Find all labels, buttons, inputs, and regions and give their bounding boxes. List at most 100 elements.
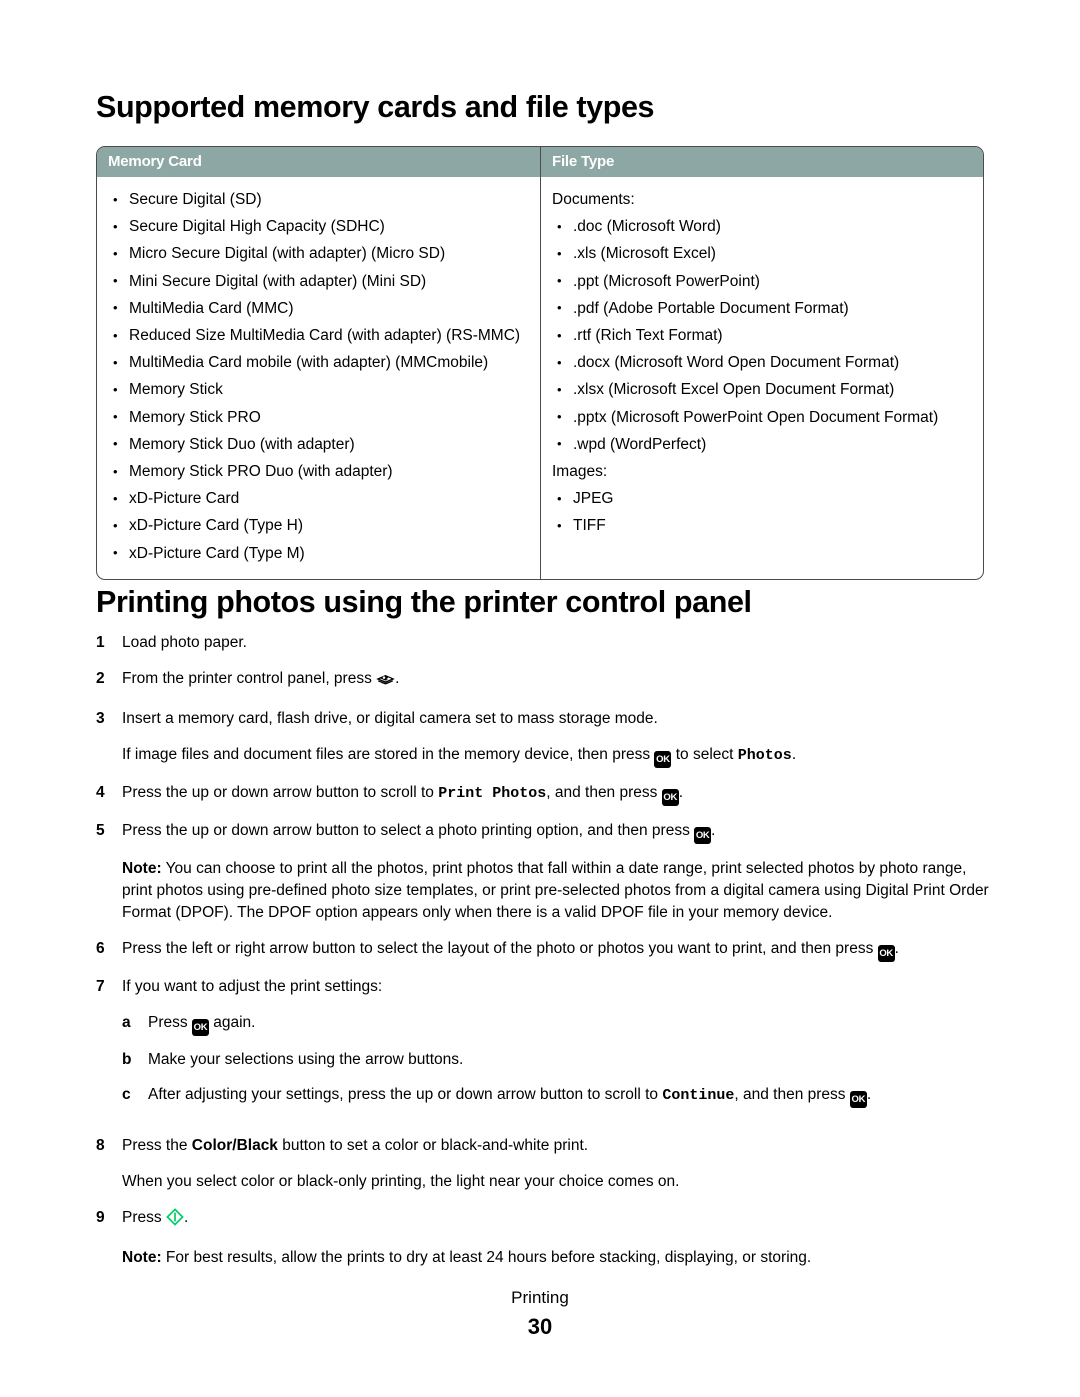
column-header-memory-card: Memory Card	[97, 147, 541, 177]
menu-item-print-photos: Print Photos	[438, 785, 547, 802]
column-header-file-type: File Type	[552, 153, 615, 170]
page-title-printing-photos: Printing photos using the printer contro…	[96, 585, 752, 619]
display-value-photos: Photos	[737, 747, 792, 764]
supported-memory-cards-table: Memory Card File Type Secure Digital (SD…	[96, 146, 984, 580]
note-text: You can choose to print all the photos, …	[122, 860, 989, 921]
substep-text-tail: .	[866, 1086, 872, 1103]
table-header-row: Memory Card File Type	[97, 147, 983, 177]
step-text: From the printer control panel, press	[122, 670, 372, 687]
list-item: Secure Digital (SD)	[107, 185, 530, 213]
step-text: Press the up or down arrow button to sel…	[122, 822, 690, 839]
page-title-supported-memory-cards: Supported memory cards and file types	[96, 90, 655, 124]
step-text-tail: .	[711, 822, 716, 839]
list-item: Reduced Size MultiMedia Card (with adapt…	[107, 322, 530, 349]
list-item: .pptx (Microsoft PowerPoint Open Documen…	[551, 403, 973, 431]
step-3: 3 Insert a memory card, flash drive, or …	[96, 708, 996, 768]
step-number: 4	[96, 784, 105, 801]
step-6: 6 Press the left or right arrow button t…	[96, 938, 996, 962]
step-text: Load photo paper.	[122, 634, 247, 651]
list-item: .rtf (Rich Text Format)	[551, 322, 973, 349]
substep-text: Press	[148, 1014, 188, 1031]
cell-memory-card-list: Secure Digital (SD) Secure Digital High …	[97, 177, 541, 579]
ok-button-icon: OK	[654, 751, 672, 768]
list-item: Mini Secure Digital (with adapter) (Mini…	[107, 267, 530, 295]
document-page: Supported memory cards and file types Me…	[0, 0, 1080, 1397]
list-item: .xls (Microsoft Excel)	[551, 240, 973, 267]
list-item: Secure Digital High Capacity (SDHC)	[107, 213, 530, 240]
substep-text-tail: again.	[213, 1014, 256, 1031]
substep-letter: c	[122, 1086, 131, 1103]
cell-file-type-list: Documents: .doc (Microsoft Word) .xls (M…	[541, 177, 983, 579]
table-body: Secure Digital (SD) Secure Digital High …	[97, 177, 983, 579]
step-number: 8	[96, 1137, 105, 1154]
step-number: 1	[96, 634, 105, 651]
list-item: .wpd (WordPerfect)	[551, 430, 973, 458]
note-after-step-5: Note: You can choose to print all the ph…	[96, 858, 996, 924]
note-text: For best results, allow the prints to dr…	[161, 1249, 812, 1266]
substep-a: a Press OK again.	[122, 1012, 996, 1036]
substep-text: After adjusting your settings, press the…	[148, 1086, 659, 1103]
list-item: Memory Stick PRO	[107, 403, 530, 431]
substep-b: b Make your selections using the arrow b…	[122, 1049, 996, 1071]
list-item: .docx (Microsoft Word Open Document Form…	[551, 349, 973, 376]
step-number: 3	[96, 710, 105, 727]
list-item: .doc (Microsoft Word)	[551, 213, 973, 240]
menu-item-continue: Continue	[662, 1087, 735, 1104]
footer-chapter-name: Printing	[511, 1288, 569, 1307]
substep-c: c After adjusting your settings, press t…	[122, 1084, 996, 1108]
substep-letter: a	[122, 1014, 131, 1031]
step-text-tail: .	[183, 1209, 189, 1226]
step-7: 7 If you want to adjust the print settin…	[96, 976, 996, 1121]
step-text: Insert a memory card, flash drive, or di…	[122, 710, 658, 727]
step-text-mid: , and then press	[546, 784, 658, 801]
list-item: TIFF	[551, 512, 973, 539]
procedure-steps: 1 Load photo paper. 2 From the printer c…	[96, 632, 996, 1283]
step-9: 9 Press .	[96, 1207, 996, 1233]
step-text: Press	[122, 1209, 162, 1226]
file-type-group-documents-label: Documents:	[552, 191, 635, 208]
list-item: .ppt (Microsoft PowerPoint)	[551, 267, 973, 295]
step-1: 1 Load photo paper.	[96, 632, 996, 654]
note-label: Note:	[122, 1249, 162, 1266]
step-text-mid: to select	[675, 746, 734, 763]
list-item: Memory Stick	[107, 376, 530, 403]
step-2: 2 From the printer control panel, press …	[96, 668, 996, 694]
note-after-step-9: Note: For best results, allow the prints…	[96, 1247, 996, 1269]
step-text-tail: .	[678, 784, 684, 801]
start-button-icon	[166, 1208, 184, 1233]
list-item: xD-Picture Card (Type H)	[107, 512, 530, 539]
step-8: 8 Press the Color/Black button to set a …	[96, 1135, 996, 1193]
list-item: Memory Stick PRO Duo (with adapter)	[107, 458, 530, 485]
substep-list: a Press OK again. b Make your selections…	[122, 1012, 996, 1108]
step-text: If you want to adjust the print settings…	[122, 978, 383, 995]
step-text-secondary: When you select color or black-only prin…	[122, 1173, 680, 1190]
substep-letter: b	[122, 1051, 132, 1068]
list-item: xD-Picture Card	[107, 485, 530, 512]
list-item: MultiMedia Card mobile (with adapter) (M…	[107, 349, 530, 376]
page-footer: Printing 30	[0, 1288, 1080, 1340]
list-item: Memory Stick Duo (with adapter)	[107, 430, 530, 458]
step-5: 5 Press the up or down arrow button to s…	[96, 820, 996, 844]
note-label: Note:	[122, 860, 162, 877]
list-item: JPEG	[551, 485, 973, 512]
ok-button-icon: OK	[191, 1019, 209, 1036]
ok-button-icon: OK	[694, 827, 712, 844]
step-text: Press the	[122, 1137, 188, 1154]
step-text: If image files and document files are st…	[122, 746, 651, 763]
ok-button-icon: OK	[661, 789, 679, 806]
list-item: .pdf (Adobe Portable Document Format)	[551, 294, 973, 322]
step-number: 2	[96, 670, 105, 687]
step-number: 9	[96, 1209, 105, 1226]
ok-button-icon: OK	[877, 945, 895, 962]
step-number: 7	[96, 978, 105, 995]
step-text: Press the up or down arrow button to scr…	[122, 784, 434, 801]
list-item: MultiMedia Card (MMC)	[107, 294, 530, 322]
photo-card-icon	[376, 670, 395, 694]
button-name-color-black: Color/Black	[191, 1137, 278, 1154]
step-number: 5	[96, 822, 105, 839]
step-text-tail: .	[894, 940, 899, 957]
substep-text-mid: , and then press	[734, 1086, 846, 1103]
ok-button-icon: OK	[849, 1091, 867, 1108]
step-4: 4 Press the up or down arrow button to s…	[96, 782, 996, 806]
substep-text: Make your selections using the arrow but…	[148, 1051, 464, 1068]
